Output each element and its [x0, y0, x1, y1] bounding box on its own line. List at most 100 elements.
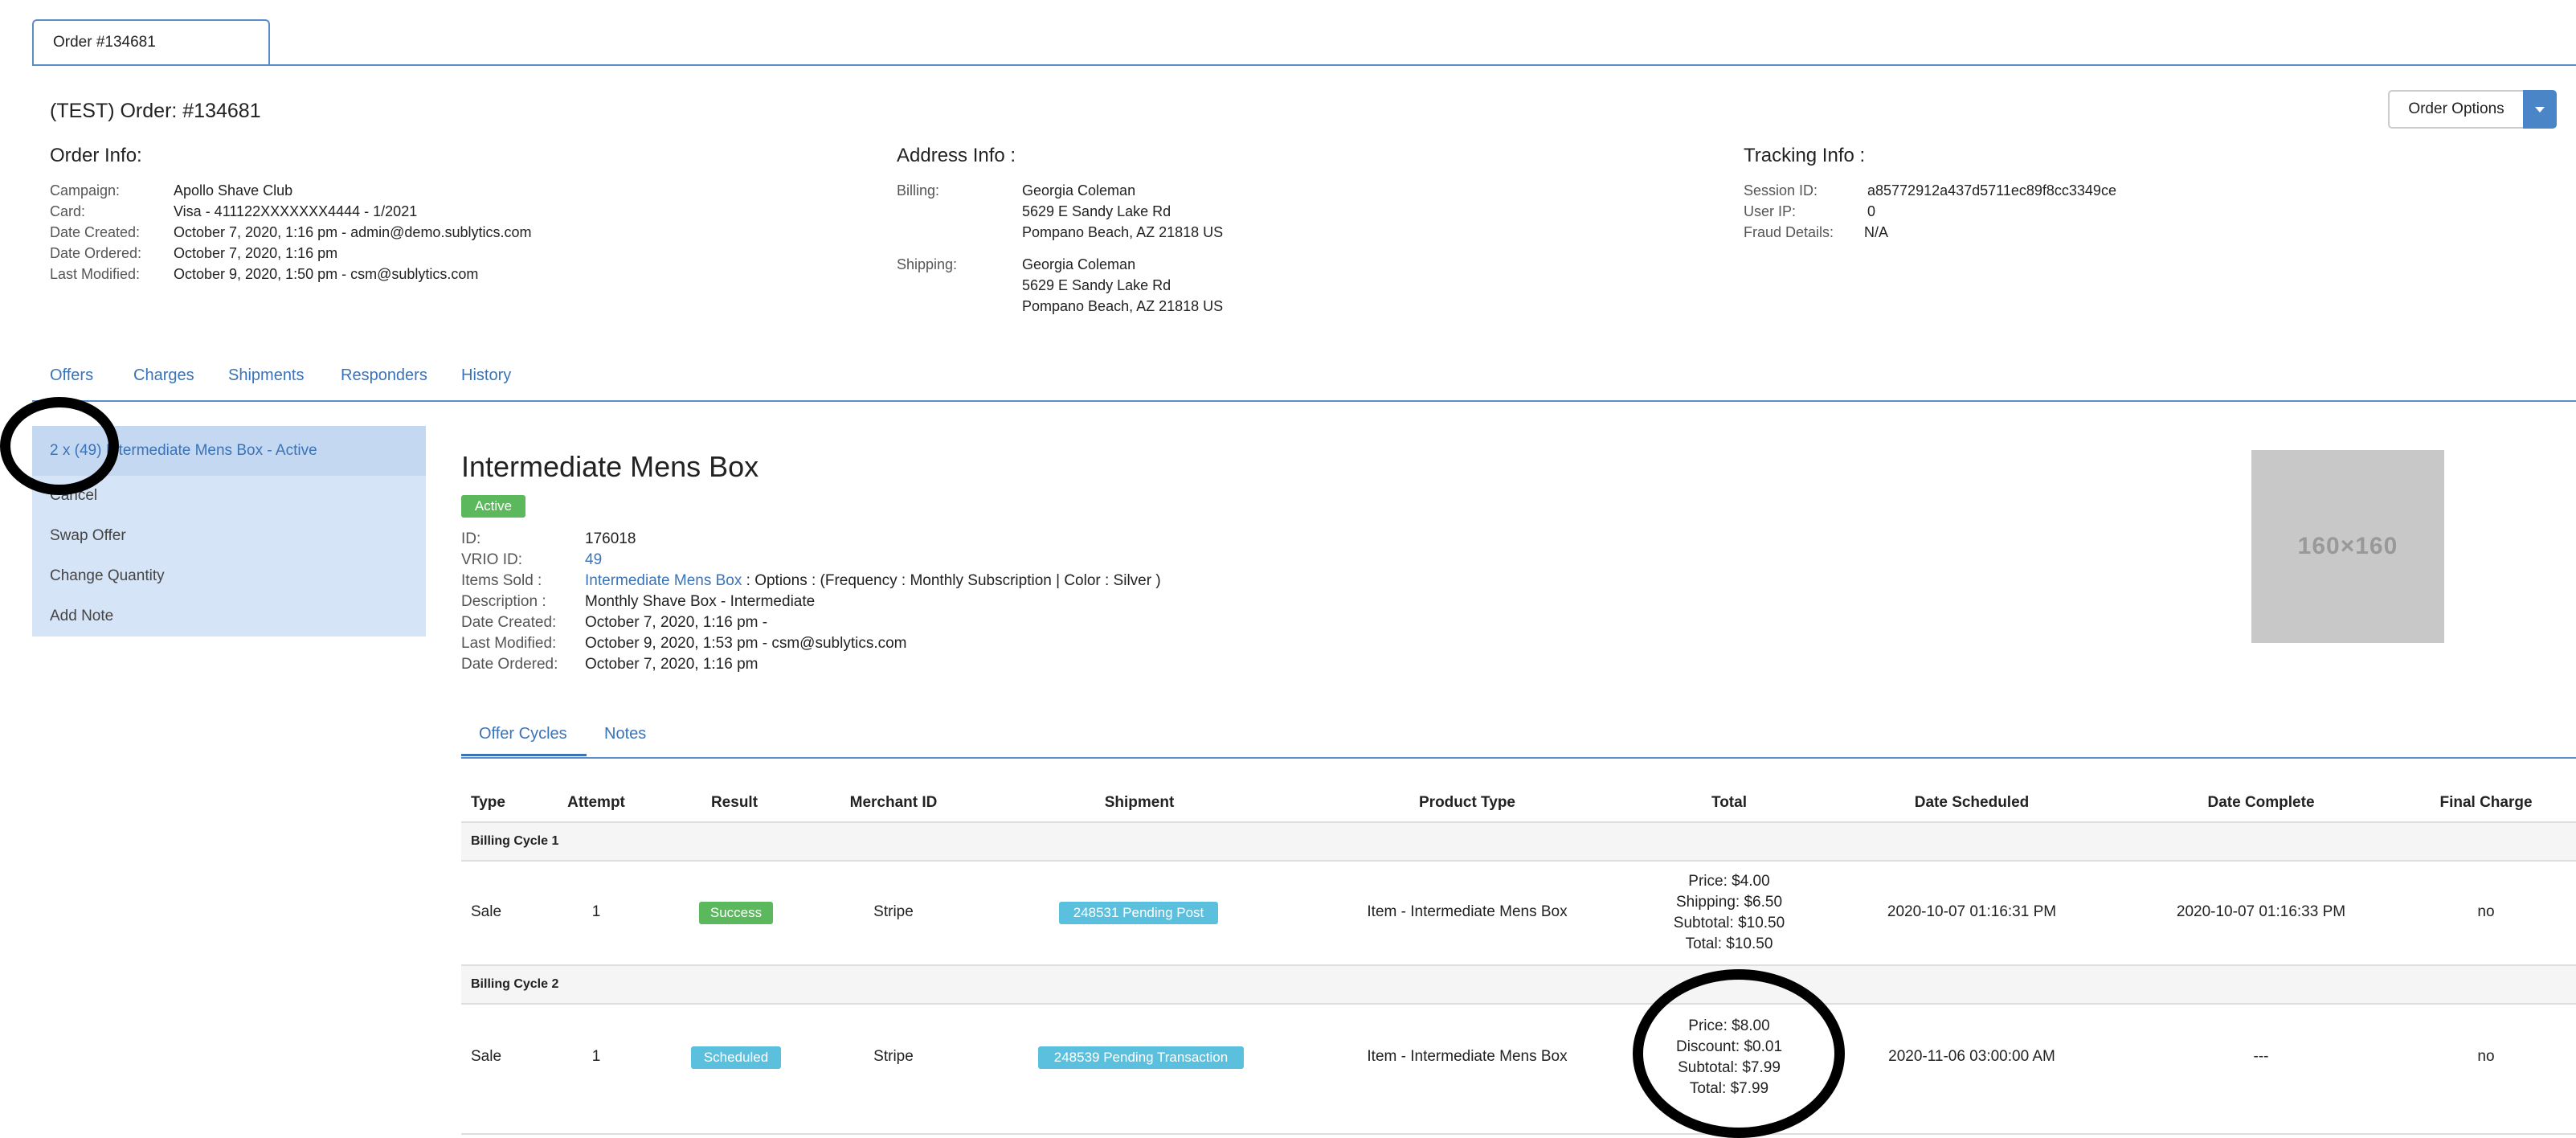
cell-date-scheduled: 2020-11-06 03:00:00 AM [1888, 1048, 2055, 1065]
id-label: ID: [461, 530, 481, 547]
cell-date-scheduled: 2020-10-07 01:16:31 PM [1887, 903, 2057, 920]
cycle-header-row [461, 823, 2576, 860]
status-badge: Active [461, 495, 525, 518]
tab-shipments[interactable]: Shipments [228, 366, 305, 385]
col-shipment: Shipment [1104, 794, 1175, 811]
cell-attempt: 1 [591, 1048, 601, 1065]
caret-down-icon [2535, 106, 2545, 113]
cell-product-type: Item - Intermediate Mens Box [1367, 903, 1568, 920]
col-result: Result [710, 794, 758, 811]
active-tab-indicator [461, 754, 587, 756]
order-info: Campaign: Apollo Shave Club Card: Visa -… [50, 180, 853, 293]
tab-history[interactable]: History [461, 366, 511, 385]
product-last-modified-value: October 9, 2020, 1:53 pm - csm@sublytics… [585, 635, 907, 652]
product-date-ordered-value: October 7, 2020, 1:16 pm [585, 656, 758, 673]
session-id-label: Session ID: [1744, 182, 1818, 199]
shipping-city: Pompano Beach, AZ 21818 US [1022, 298, 1224, 314]
billing-label: Billing: [897, 182, 940, 199]
date-ordered-label: Date Ordered: [50, 245, 142, 261]
shipping-name: Georgia Coleman [1022, 256, 1136, 272]
row-divider [461, 860, 2576, 862]
col-product-type: Product Type [1419, 794, 1515, 811]
cell-merchant: Stripe [873, 1048, 914, 1065]
product-date-created-label: Date Created: [461, 614, 557, 631]
cell-attempt: 1 [591, 903, 601, 920]
tab-offer-cycles[interactable]: Offer Cycles [479, 725, 567, 743]
cell-total: Price: $4.00 Shipping: $6.50 Subtotal: $… [1674, 871, 1785, 955]
cell-date-complete: 2020-10-07 01:16:33 PM [2176, 903, 2346, 920]
tracking-info: Session ID: a85772912a437d5711ec89f8cc33… [1744, 180, 2467, 252]
product-image-placeholder: 160×160 [2251, 450, 2444, 643]
total-shipping: Shipping: $6.50 [1675, 894, 1783, 911]
sidebar-item-add-note[interactable]: Add Note [50, 608, 113, 625]
billing-city: Pompano Beach, AZ 21818 US [1022, 224, 1224, 240]
cell-product-type: Item - Intermediate Mens Box [1367, 1048, 1568, 1065]
total-subtotal: Subtotal: $10.50 [1673, 915, 1785, 931]
annotation-circle [1633, 969, 1845, 1138]
col-merchant-id: Merchant ID [849, 794, 938, 811]
cell-merchant: Stripe [873, 903, 914, 920]
campaign-label: Campaign: [50, 182, 121, 199]
address-info: Billing: Georgia Coleman 5629 E Sandy La… [897, 180, 1620, 325]
cycle-label: Billing Cycle 1 [471, 834, 559, 848]
order-options-dropdown-toggle[interactable] [2523, 90, 2557, 129]
total-price: Price: $4.00 [1688, 873, 1770, 890]
product-details: ID: 176018 VRIO ID: 49 Items Sold : Inte… [461, 529, 1747, 682]
order-info-heading: Order Info: [50, 145, 142, 166]
page-title: (TEST) Order: #134681 [50, 100, 261, 122]
total-total: Total: $10.50 [1685, 935, 1773, 952]
card-value: Visa - 411122XXXXXXX4444 - 1/2021 [174, 203, 418, 219]
tab-divider [32, 64, 2576, 66]
fraud-details-label: Fraud Details: [1744, 224, 1834, 240]
description-value: Monthly Shave Box - Intermediate [585, 593, 816, 610]
items-sold-value: Intermediate Mens Box : Options : (Frequ… [585, 571, 1161, 592]
items-sold-options: : Options : (Frequency : Monthly Subscri… [746, 572, 1161, 589]
tab-order[interactable]: Order #134681 [32, 19, 270, 64]
result-badge: Scheduled [691, 1046, 781, 1069]
billing-street: 5629 E Sandy Lake Rd [1022, 203, 1171, 219]
product-title: Intermediate Mens Box [461, 450, 759, 483]
date-created-label: Date Created: [50, 224, 141, 240]
sidebar-item-swap-offer[interactable]: Swap Offer [50, 527, 126, 545]
vrio-id-link[interactable]: 49 [585, 550, 602, 571]
cell-final-charge: no [2477, 1048, 2495, 1065]
fraud-details-value: N/A [1864, 224, 1889, 240]
result-badge: Success [699, 902, 773, 924]
items-sold-link[interactable]: Intermediate Mens Box [585, 572, 742, 589]
date-created-value: October 7, 2020, 1:16 pm - admin@demo.su… [174, 224, 532, 240]
vrio-id-label: VRIO ID: [461, 551, 523, 568]
campaign-value: Apollo Shave Club [174, 182, 293, 199]
date-ordered-value: October 7, 2020, 1:16 pm [174, 245, 338, 261]
shipping-label: Shipping: [897, 256, 958, 272]
address-info-heading: Address Info : [897, 145, 1016, 166]
cell-date-complete: --- [2253, 1048, 2269, 1065]
tracking-info-heading: Tracking Info : [1744, 145, 1866, 166]
col-date-scheduled: Date Scheduled [1914, 794, 2030, 811]
row-divider [461, 1003, 2576, 1005]
tab-notes[interactable]: Notes [604, 725, 646, 743]
billing-name: Georgia Coleman [1022, 182, 1136, 199]
cell-type: Sale [471, 1048, 502, 1065]
cell-final-charge: no [2477, 903, 2495, 920]
tab-charges[interactable]: Charges [133, 366, 194, 385]
sidebar-item-change-quantity[interactable]: Change Quantity [50, 567, 165, 585]
tab-offers[interactable]: Offers [50, 366, 93, 385]
shipment-badge[interactable]: 248531 Pending Post [1059, 902, 1218, 924]
cycle-label: Billing Cycle 2 [471, 977, 559, 991]
last-modified-label: Last Modified: [50, 266, 141, 282]
cycle-header-row [461, 966, 2576, 1003]
tab-responders[interactable]: Responders [341, 366, 427, 385]
product-date-created-value: October 7, 2020, 1:16 pm - [585, 614, 768, 631]
session-id-value: a85772912a437d5711ec89f8cc3349ce [1867, 182, 2116, 199]
col-attempt: Attempt [567, 794, 625, 811]
col-type: Type [471, 794, 505, 811]
description-label: Description : [461, 593, 546, 610]
shipment-badge[interactable]: 248539 Pending Transaction [1038, 1046, 1244, 1069]
items-sold-label: Items Sold : [461, 572, 542, 589]
order-options-button[interactable]: Order Options [2388, 90, 2523, 129]
last-modified-value: October 9, 2020, 1:50 pm - csm@sublytics… [174, 266, 479, 282]
col-date-complete: Date Complete [2207, 794, 2315, 811]
card-label: Card: [50, 203, 86, 219]
shipping-street: 5629 E Sandy Lake Rd [1022, 277, 1171, 293]
annotation-circle [0, 397, 119, 495]
